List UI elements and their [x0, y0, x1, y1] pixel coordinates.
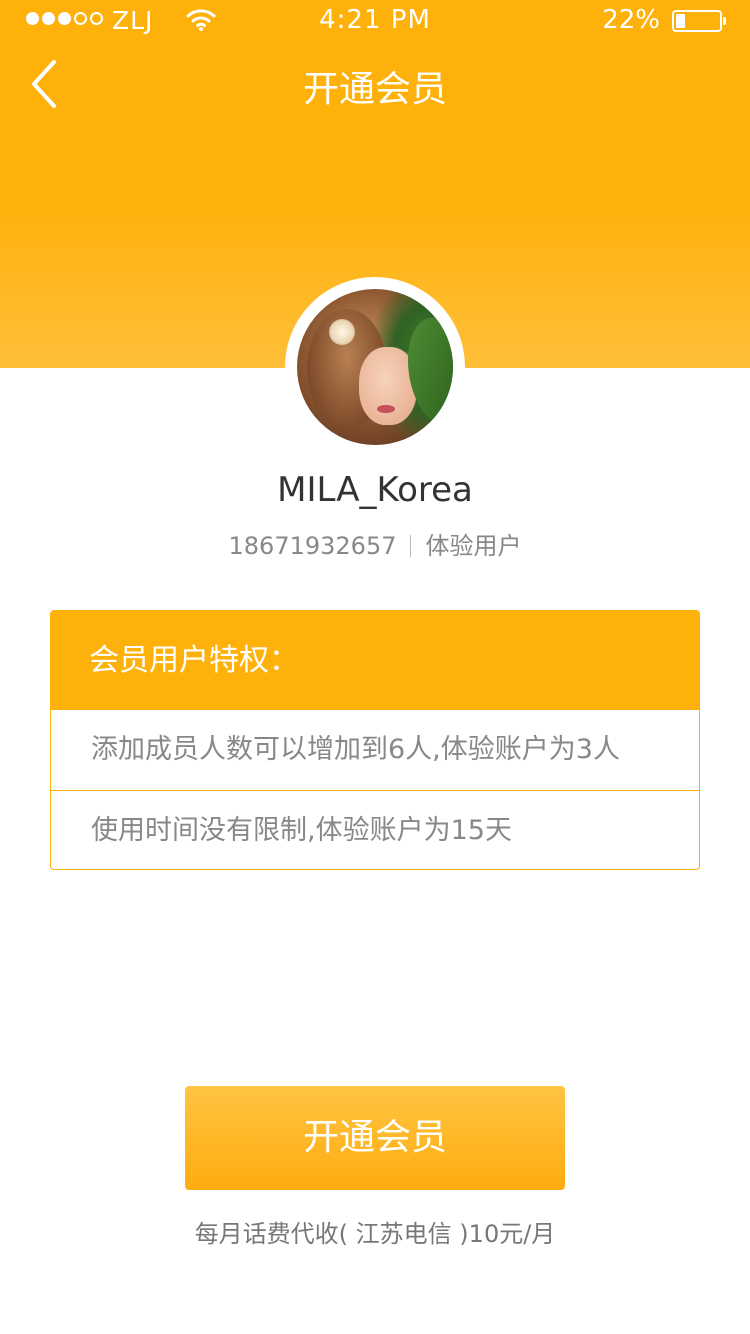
- open-membership-button[interactable]: 开通会员: [185, 1086, 565, 1190]
- meta-divider: [410, 535, 412, 557]
- page-title: 开通会员: [302, 69, 447, 110]
- username: MILA_Korea: [277, 470, 473, 510]
- avatar-frame: [285, 277, 465, 457]
- battery-icon: [672, 10, 726, 32]
- user-meta: 18671932657 体验用户: [0, 526, 750, 561]
- status-bar: ZLJ 4:21 PM 22%: [0, 0, 750, 44]
- privileges-title: 会员用户特权：: [51, 611, 699, 710]
- avatar[interactable]: [297, 289, 453, 445]
- battery-percent: 22%: [602, 5, 660, 35]
- privileges-card: 会员用户特权： 添加成员人数可以增加到6人,体验账户为3人 使用时间没有限制,体…: [50, 610, 700, 870]
- phone-number: 18671932657: [228, 532, 397, 560]
- privilege-item: 添加成员人数可以增加到6人,体验账户为3人: [91, 734, 620, 765]
- user-type: 体验用户: [425, 532, 522, 560]
- privilege-item: 使用时间没有限制,体验账户为15天: [51, 790, 699, 869]
- fee-note: 每月话费代收( 江苏电信 )10元/月: [194, 1220, 556, 1248]
